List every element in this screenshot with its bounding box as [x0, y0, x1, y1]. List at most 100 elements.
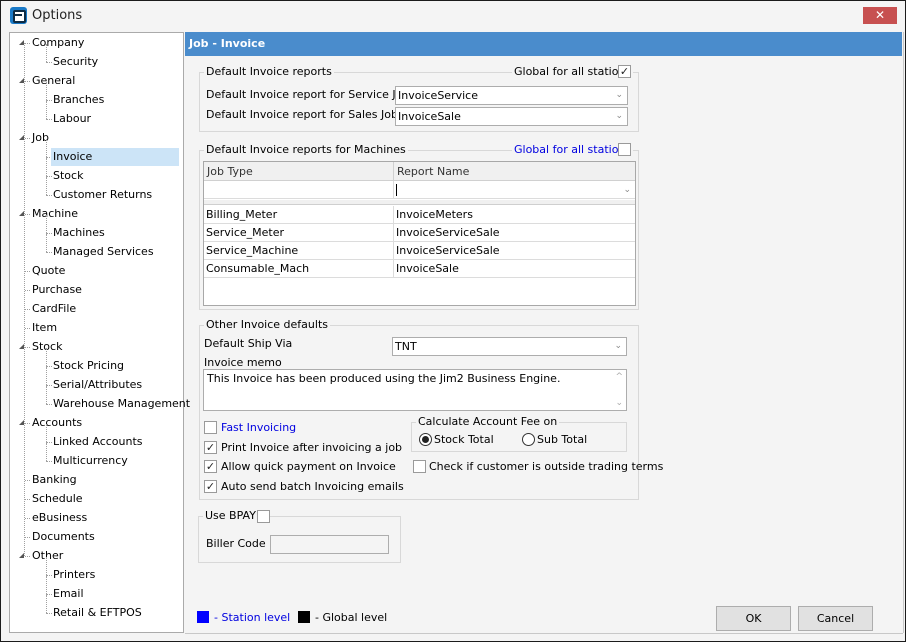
service-job-report-select[interactable]: InvoiceService ⌄: [395, 86, 628, 105]
sales-job-label: Default Invoice report for Sales Job: [206, 108, 398, 121]
default-reports-global-label: Global for all stations: [512, 65, 634, 78]
stock-total-label[interactable]: Stock Total: [434, 433, 494, 446]
machine-reports-grid: Job Type Report Name ⌄ Billing_Meter Invo…: [203, 161, 636, 306]
chevron-down-icon: ⌄: [623, 185, 631, 195]
invoice-memo-textarea[interactable]: This Invoice has been produced using the…: [203, 369, 627, 411]
tree-connector: [46, 44, 47, 62]
check-icon: ✓: [205, 480, 216, 493]
tree-root-connector: [24, 43, 25, 556]
check-icon: ✓: [619, 65, 630, 78]
tree-item-banking[interactable]: Banking: [30, 471, 79, 489]
tree-connector: [46, 158, 47, 176]
bpay-label: Use BPAY: [203, 509, 258, 522]
account-fee-group-label: Calculate Account Fee on: [416, 415, 560, 428]
chevron-down-icon: ⌄: [615, 111, 623, 121]
grid-cell-report-name[interactable]: InvoiceMeters: [394, 206, 635, 224]
ok-button[interactable]: OK: [716, 606, 791, 631]
tree-item-warehouse-management[interactable]: Warehouse Management: [51, 395, 192, 413]
tree-connector: [46, 595, 47, 613]
column-header-report-name[interactable]: Report Name: [394, 162, 635, 181]
tree-item-linked-accounts[interactable]: Linked Accounts: [51, 433, 145, 451]
tree-item-purchase[interactable]: Purchase: [30, 281, 84, 299]
sales-job-report-value: InvoiceSale: [398, 110, 461, 123]
station-level-legend: - Station level: [214, 611, 291, 624]
column-header-job-type[interactable]: Job Type: [204, 162, 394, 181]
tree-item-cardfile[interactable]: CardFile: [30, 300, 78, 318]
tree-connector: [46, 424, 47, 442]
cancel-button[interactable]: Cancel: [798, 606, 873, 631]
tree-item-documents[interactable]: Documents: [30, 528, 97, 546]
tree-connector: [46, 443, 47, 461]
fast-invoicing-label[interactable]: Fast Invoicing: [221, 421, 296, 434]
grid-cell-report-name[interactable]: InvoiceServiceSale: [394, 242, 635, 260]
auto-send-label[interactable]: Auto send batch Invoicing emails: [221, 480, 404, 493]
quick-payment-label[interactable]: Allow quick payment on Invoice: [221, 460, 396, 473]
machine-reports-global-checkbox[interactable]: [618, 143, 631, 156]
scroll-down-icon[interactable]: ⌄: [615, 398, 623, 408]
tree-item-ebusiness[interactable]: eBusiness: [30, 509, 89, 527]
trading-terms-checkbox[interactable]: [413, 460, 426, 473]
tree-item-stock-pricing[interactable]: Stock Pricing: [51, 357, 126, 375]
tree-item-email[interactable]: Email: [51, 585, 86, 603]
tree-item-customer-returns[interactable]: Customer Returns: [51, 186, 154, 204]
tree-item-machine[interactable]: Machine: [30, 205, 80, 223]
auto-send-checkbox[interactable]: ✓: [204, 480, 217, 493]
scroll-up-icon[interactable]: ^: [615, 372, 623, 382]
tree-connector: [46, 348, 47, 366]
ship-via-value: TNT: [395, 340, 417, 353]
tree-item-retail-eftpos[interactable]: Retail & EFTPOS: [51, 604, 144, 622]
tree-item-security[interactable]: Security: [51, 53, 100, 71]
tree-item-serial-attributes[interactable]: Serial/Attributes: [51, 376, 144, 394]
tree-item-quote[interactable]: Quote: [30, 262, 67, 280]
tree-item-item[interactable]: Item: [30, 319, 59, 337]
tree-item-accounts[interactable]: Accounts: [30, 414, 84, 432]
service-job-label: Default Invoice report for Service Job: [206, 88, 410, 101]
chevron-down-icon: ⌄: [614, 341, 622, 351]
quick-payment-checkbox[interactable]: ✓: [204, 460, 217, 473]
grid-cell-job-type[interactable]: Service_Meter: [204, 224, 394, 242]
sub-total-radio[interactable]: [522, 433, 535, 446]
print-invoice-checkbox[interactable]: ✓: [204, 441, 217, 454]
tree-item-company[interactable]: Company: [30, 34, 86, 52]
default-reports-global-checkbox[interactable]: ✓: [618, 65, 631, 78]
trading-terms-label[interactable]: Check if customer is outside trading ter…: [429, 460, 663, 473]
machine-reports-global-label: Global for all stations: [512, 143, 634, 156]
tree-item-invoice[interactable]: Invoice: [51, 148, 179, 166]
tree-connector: [46, 557, 47, 575]
grid-cell-job-type[interactable]: Service_Machine: [204, 242, 394, 260]
stock-total-radio[interactable]: [419, 433, 432, 446]
tree-item-labour[interactable]: Labour: [51, 110, 93, 128]
tree-item-job[interactable]: Job: [30, 129, 51, 147]
tree-item-multicurrency[interactable]: Multicurrency: [51, 452, 130, 470]
tree-item-printers[interactable]: Printers: [51, 566, 97, 584]
tree-item-stock[interactable]: Stock: [30, 338, 64, 356]
tree-item-general[interactable]: General: [30, 72, 77, 90]
global-level-swatch: [298, 611, 310, 623]
tree-item-stock[interactable]: Stock: [51, 167, 85, 185]
grid-cell-job-type[interactable]: Billing_Meter: [204, 206, 394, 224]
ship-via-select[interactable]: TNT ⌄: [392, 337, 627, 356]
options-window: Options ✕ Company Security General Branches…: [0, 0, 906, 642]
sales-job-report-select[interactable]: InvoiceSale ⌄: [395, 107, 628, 126]
tree-connector: [46, 576, 47, 594]
grid-cell-report-name[interactable]: InvoiceSale: [394, 260, 635, 278]
default-reports-group-label: Default Invoice reports: [204, 65, 334, 78]
biller-code-input[interactable]: [270, 535, 389, 554]
sub-total-label[interactable]: Sub Total: [537, 433, 587, 446]
print-invoice-label[interactable]: Print Invoice after invoicing a job: [221, 441, 402, 454]
tree-item-schedule[interactable]: Schedule: [30, 490, 85, 508]
fast-invoicing-checkbox[interactable]: [204, 421, 217, 434]
chevron-down-icon: ⌄: [615, 90, 623, 100]
bpay-checkbox[interactable]: [257, 510, 270, 523]
options-tree: Company Security General Branches Labour Job I…: [9, 32, 190, 633]
close-button[interactable]: ✕: [863, 7, 897, 24]
tree-item-branches[interactable]: Branches: [51, 91, 106, 109]
tree-item-machines[interactable]: Machines: [51, 224, 107, 242]
new-row-job-type[interactable]: [204, 181, 394, 199]
tree-connector: [46, 139, 47, 157]
grid-cell-job-type[interactable]: Consumable_Mach: [204, 260, 394, 278]
grid-cell-report-name[interactable]: InvoiceServiceSale: [394, 224, 635, 242]
tree-item-other[interactable]: Other: [30, 547, 65, 565]
tree-item-managed-services[interactable]: Managed Services: [51, 243, 156, 261]
new-row-report-name-select[interactable]: ⌄: [394, 181, 635, 199]
